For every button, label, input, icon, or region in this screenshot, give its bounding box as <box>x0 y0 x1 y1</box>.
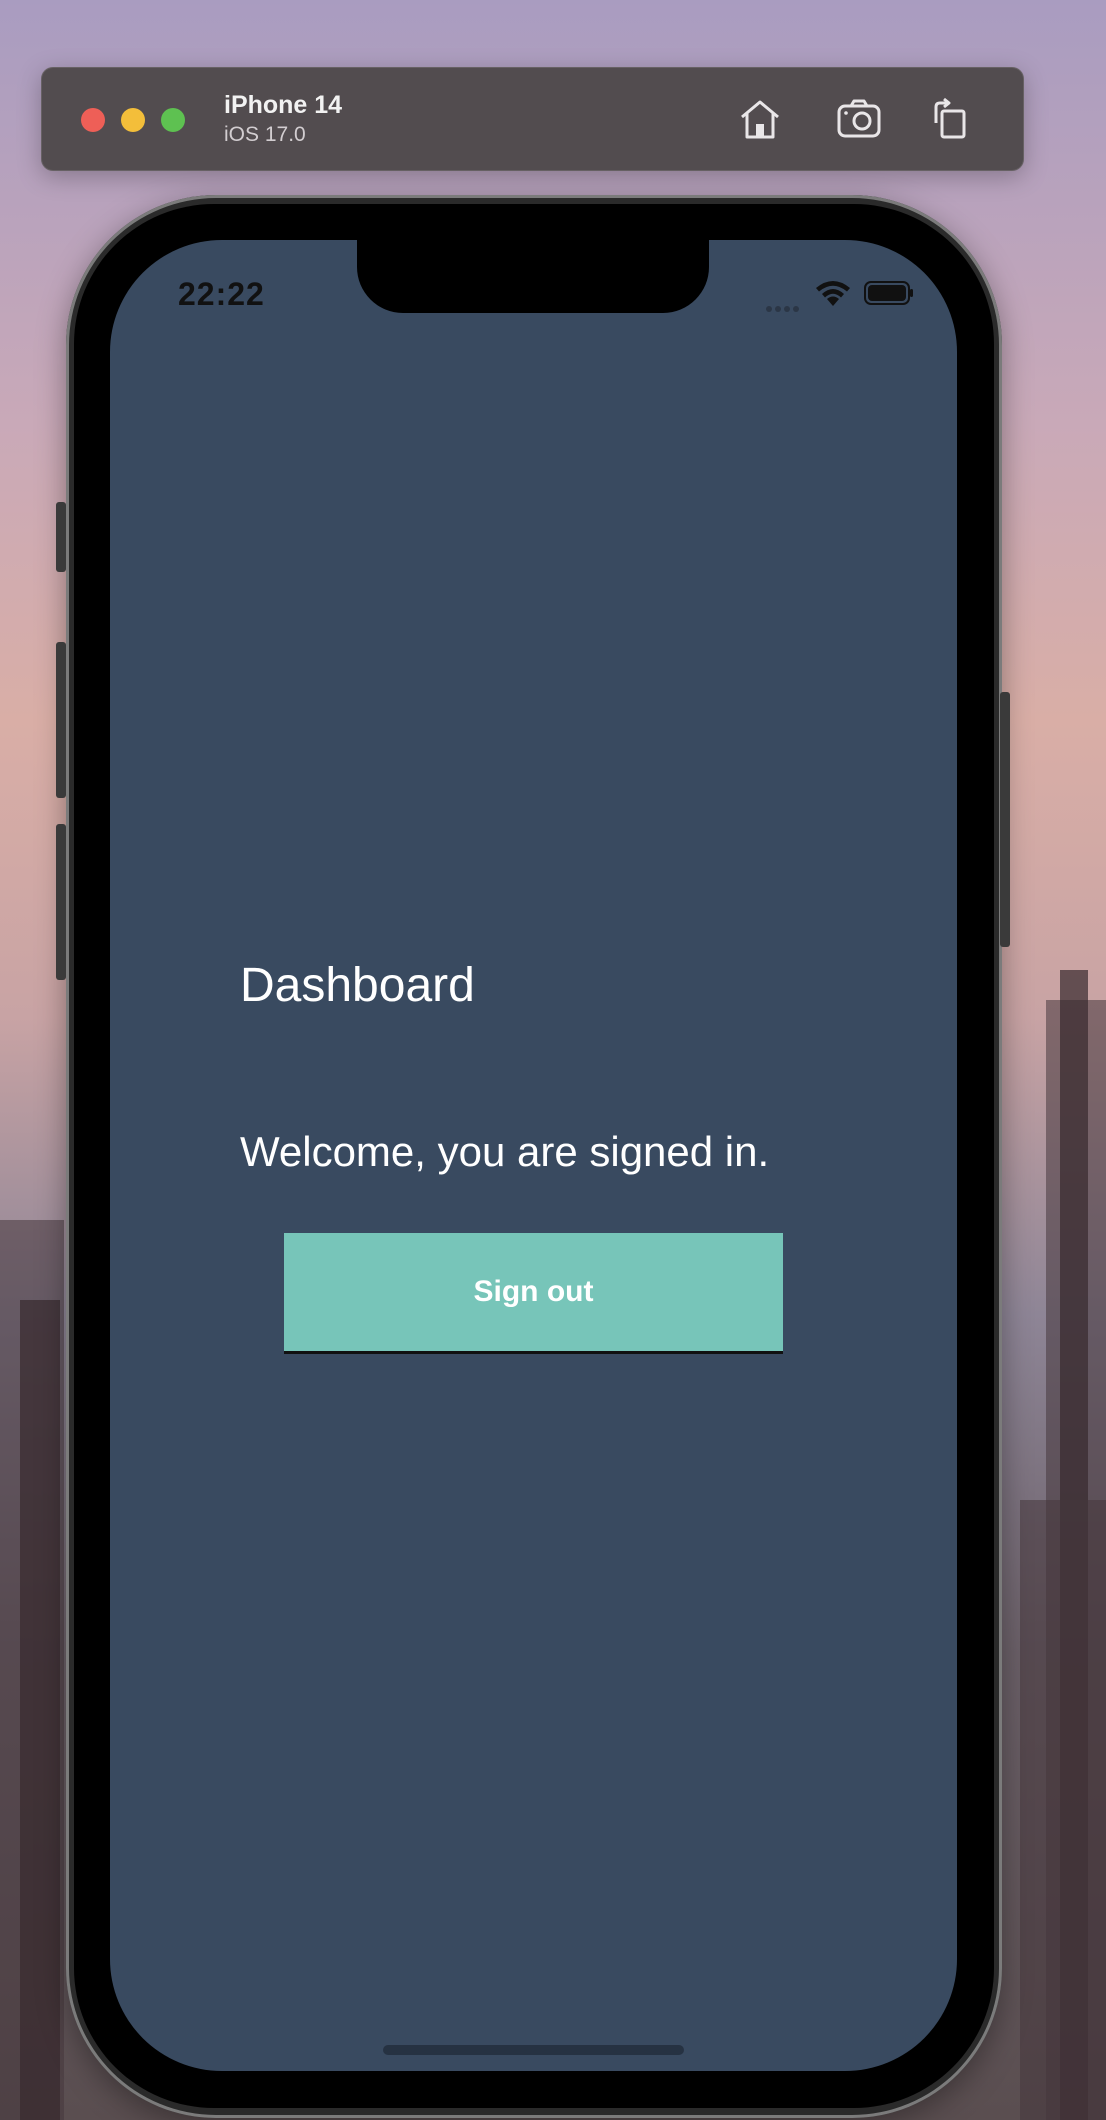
window-close-button[interactable] <box>81 108 105 132</box>
sign-out-button[interactable]: Sign out <box>284 1233 783 1354</box>
window-zoom-button[interactable] <box>161 108 185 132</box>
wifi-icon <box>816 281 850 306</box>
simulator-toolbar: iPhone 14 iOS 17.0 <box>41 67 1024 171</box>
home-indicator[interactable] <box>383 2045 684 2055</box>
screenshot-icon[interactable] <box>835 95 883 143</box>
volume-down-button <box>56 824 66 980</box>
power-button <box>1000 692 1010 947</box>
page-title: Dashboard <box>240 959 475 1012</box>
volume-up-button <box>56 642 66 798</box>
rotate-icon[interactable] <box>926 95 974 143</box>
device-name: iPhone 14 <box>224 91 343 119</box>
battery-icon <box>864 281 913 305</box>
window-minimize-button[interactable] <box>121 108 145 132</box>
os-version: iOS 17.0 <box>224 123 306 146</box>
mute-switch <box>56 502 66 572</box>
notch <box>357 240 709 313</box>
cellular-signal-icon <box>766 299 802 317</box>
status-time: 22:22 <box>178 276 265 312</box>
welcome-message: Welcome, you are signed in. <box>240 1128 770 1175</box>
home-icon[interactable] <box>736 95 784 143</box>
